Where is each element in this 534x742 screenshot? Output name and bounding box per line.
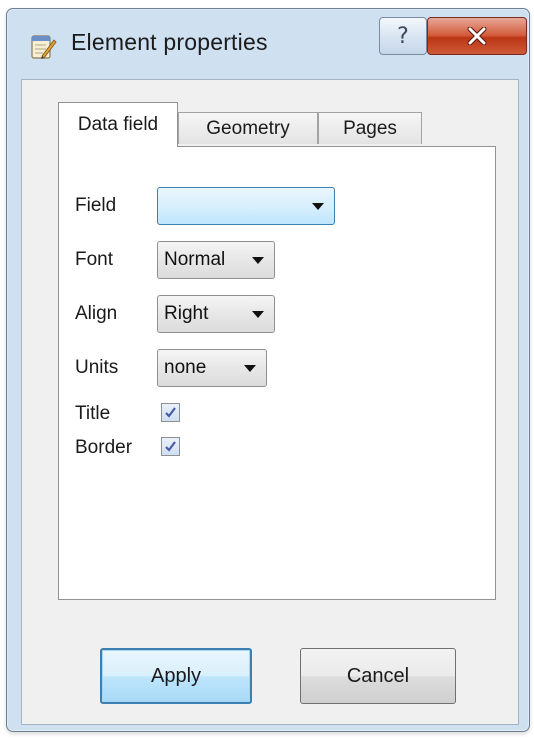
chevron-down-icon <box>312 203 324 210</box>
border-label: Border <box>75 437 133 458</box>
font-dropdown[interactable]: Normal <box>157 241 275 279</box>
cancel-button-label: Cancel <box>346 664 410 687</box>
units-value: none <box>164 357 207 378</box>
tab-data-field[interactable]: Data field <box>58 102 178 147</box>
close-x-icon <box>467 27 487 45</box>
chevron-down-icon <box>252 311 264 318</box>
chevron-down-icon <box>244 365 256 372</box>
help-glyph: ? <box>397 23 409 49</box>
dialog-client-area: Data field Geometry Pages Field Font Nor… <box>21 79 519 725</box>
checkmark-icon <box>165 407 176 418</box>
title-label: Title <box>75 403 111 424</box>
field-dropdown[interactable] <box>157 187 335 225</box>
border-checkbox[interactable] <box>161 437 180 456</box>
tab-pages-label: Pages <box>343 117 397 139</box>
units-label: Units <box>75 357 119 378</box>
close-button[interactable] <box>427 17 527 55</box>
units-dropdown[interactable]: none <box>157 349 267 387</box>
help-button[interactable]: ? <box>379 17 427 55</box>
tab-pages[interactable]: Pages <box>318 112 422 144</box>
chevron-down-icon <box>252 257 264 264</box>
font-label: Font <box>75 249 114 270</box>
dialog-window: Element properties ? Data field Geometry… <box>6 8 530 732</box>
cancel-button[interactable]: Cancel <box>300 648 456 704</box>
window-title: Element properties <box>71 29 268 55</box>
apply-button-label: Apply <box>150 664 202 687</box>
tab-data-field-label: Data field <box>77 114 159 135</box>
tab-panel-data-field: Field Font Normal Align Right Units none… <box>58 146 496 600</box>
title-bar[interactable]: Element properties ? <box>7 9 529 77</box>
notepad-pencil-icon <box>29 31 57 61</box>
align-dropdown[interactable]: Right <box>157 295 275 333</box>
field-label: Field <box>75 195 117 216</box>
apply-button[interactable]: Apply <box>100 648 252 704</box>
align-value: Right <box>164 303 209 324</box>
title-checkbox[interactable] <box>161 403 180 422</box>
tab-geometry[interactable]: Geometry <box>178 112 318 144</box>
checkmark-icon <box>165 441 176 452</box>
tab-geometry-label: Geometry <box>206 117 290 139</box>
align-label: Align <box>75 303 118 324</box>
font-value: Normal <box>164 249 226 270</box>
